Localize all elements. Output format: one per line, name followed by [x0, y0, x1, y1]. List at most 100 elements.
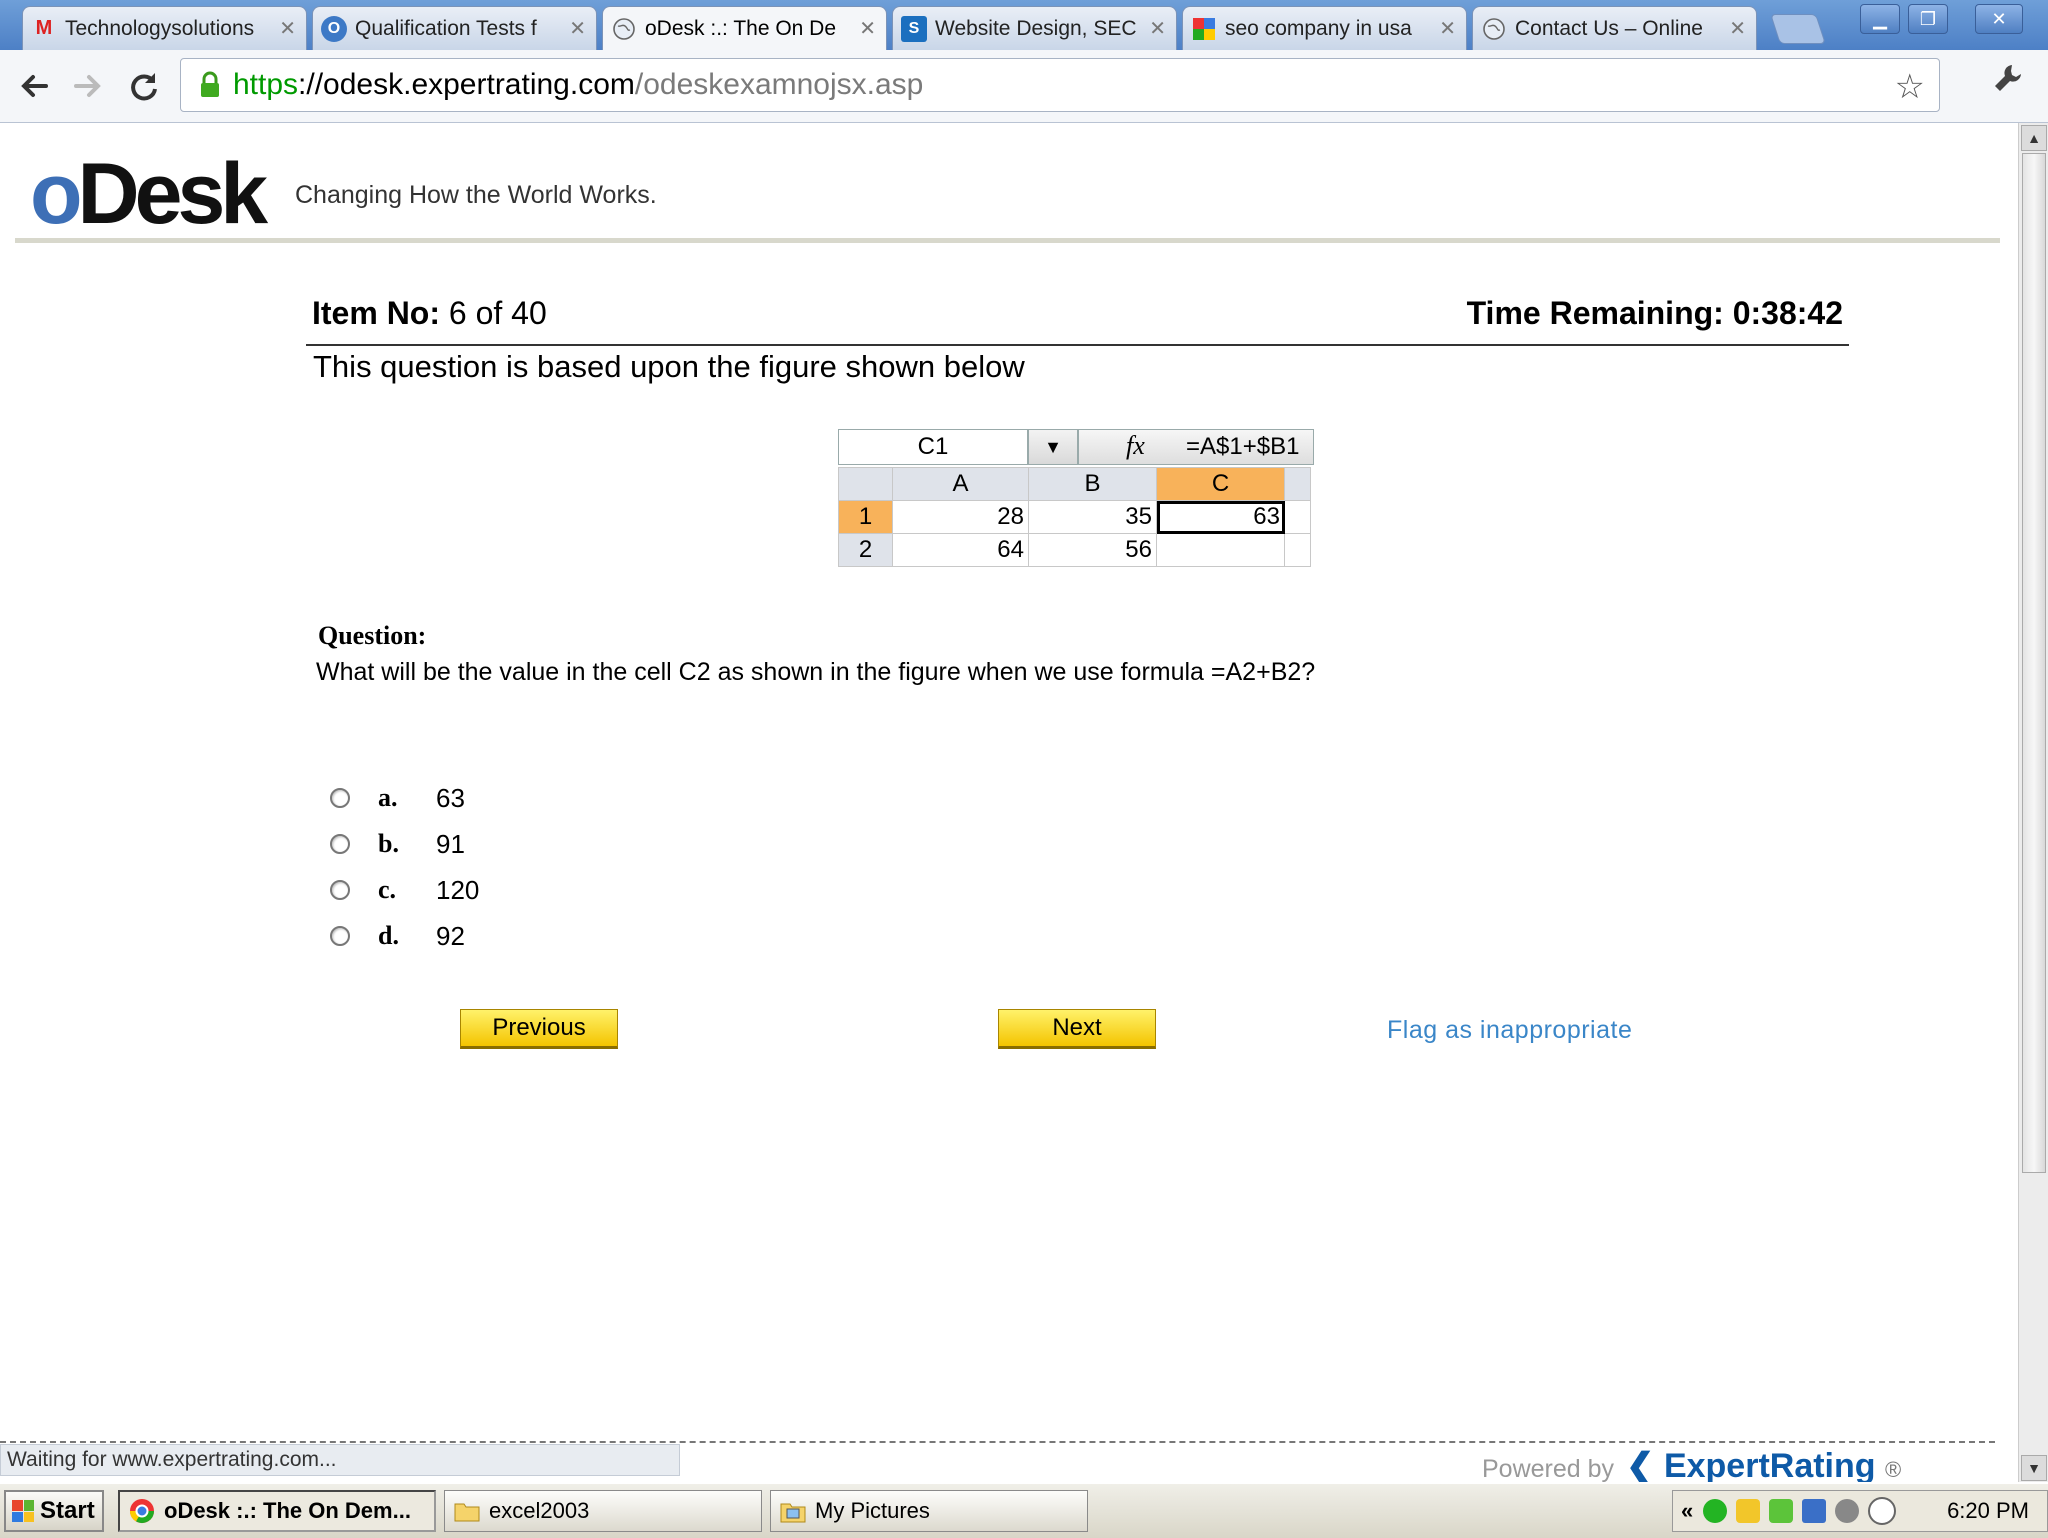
tab-seo-search[interactable]: seo company in usa ✕ — [1182, 6, 1467, 50]
globe-icon — [611, 16, 637, 42]
scrollbar-thumb[interactable] — [2022, 153, 2046, 1173]
odesk-icon: O — [321, 15, 347, 42]
scroll-down-arrow-icon[interactable]: ▼ — [2021, 1455, 2047, 1481]
forward-arrow-icon — [74, 75, 101, 97]
browser-toolbar: https://odesk.expertrating.com/odeskexam… — [0, 50, 2048, 123]
answer-option-b[interactable]: b. 91 — [330, 827, 465, 861]
chat-bubble-icon[interactable] — [1868, 1497, 1897, 1525]
start-label: Start — [40, 1497, 95, 1524]
taskbar-item-chrome[interactable]: oDesk :.: The On Dem... — [118, 1490, 436, 1532]
tab-label: Technologysolutions — [65, 16, 255, 40]
radio-button[interactable] — [330, 880, 350, 900]
option-letter: a. — [378, 783, 398, 812]
tab-label: Website Design, SEC — [935, 16, 1137, 40]
expertrating-swoosh-icon: ❮ — [1626, 1447, 1655, 1485]
answer-option-c[interactable]: c. 120 — [330, 873, 479, 907]
wrench-menu-icon[interactable] — [1992, 62, 2024, 103]
expertrating-logo[interactable]: ❮ ExpertRating ® — [1626, 1446, 1901, 1486]
cell — [1156, 533, 1285, 567]
tab-contact-us[interactable]: Contact Us – Online ✕ — [1472, 6, 1757, 50]
close-icon[interactable]: ✕ — [1729, 16, 1746, 41]
question-label: Question: — [318, 621, 427, 650]
cell: 35 — [1028, 500, 1157, 534]
site-icon: S — [901, 15, 927, 42]
forward-button[interactable] — [66, 64, 110, 108]
globe-icon — [1481, 16, 1507, 42]
address-bar[interactable]: https://odesk.expertrating.com/odeskexam… — [180, 58, 1940, 112]
close-icon[interactable]: ✕ — [859, 16, 876, 41]
back-arrow-icon — [21, 75, 48, 97]
taskbar-item-label: My Pictures — [815, 1498, 930, 1523]
reload-button[interactable] — [122, 64, 166, 108]
taskbar-item-my-pictures[interactable]: My Pictures — [770, 1490, 1088, 1532]
close-icon[interactable]: ✕ — [279, 16, 296, 41]
option-value: 120 — [436, 874, 480, 905]
option-letter: d. — [378, 921, 399, 950]
close-icon[interactable]: ✕ — [569, 16, 586, 41]
system-tray: « 6:20 PM — [1672, 1490, 2048, 1532]
minimize-button[interactable]: ▁ — [1860, 4, 1900, 34]
cell — [1284, 500, 1311, 534]
cell: 56 — [1028, 533, 1157, 567]
time-remaining: Time Remaining: 0:38:42 — [1466, 295, 1843, 331]
security-shield-icon[interactable] — [1736, 1499, 1761, 1523]
item-number: Item No: 6 of 40 — [312, 295, 547, 331]
url-path: /odeskexamnojsx.asp — [634, 68, 924, 101]
close-icon[interactable]: ✕ — [1439, 16, 1456, 41]
answer-option-a[interactable]: a. 63 — [330, 781, 465, 815]
antivirus-icon[interactable] — [1769, 1499, 1794, 1523]
reload-icon — [131, 73, 157, 101]
taskbar-item-label: excel2003 — [489, 1498, 590, 1523]
next-button[interactable]: Next — [998, 1009, 1156, 1049]
taskbar-item-excel2003[interactable]: excel2003 — [444, 1490, 762, 1532]
chevron-down-icon: ▼ — [1028, 429, 1078, 465]
previous-button[interactable]: Previous — [460, 1009, 618, 1049]
tray-expand-button[interactable]: « — [1681, 1498, 1693, 1524]
question-text: What will be the value in the cell C2 as… — [316, 658, 1316, 686]
lock-icon — [195, 70, 225, 100]
spreadsheet-grid: A B C 1 28 35 63 2 64 56 — [838, 467, 1311, 567]
answer-option-d[interactable]: d. 92 — [330, 919, 465, 953]
name-box: C1 — [838, 429, 1028, 465]
tab-website-design[interactable]: S Website Design, SEC ✕ — [892, 6, 1177, 50]
network-disconnected-icon[interactable] — [1802, 1499, 1827, 1523]
option-letter: b. — [378, 829, 399, 858]
radio-button[interactable] — [330, 926, 350, 946]
column-header: A — [892, 467, 1029, 501]
clock: 6:20 PM — [1947, 1498, 2029, 1523]
close-icon[interactable]: ✕ — [1149, 16, 1166, 41]
new-tab-button[interactable] — [1770, 14, 1826, 44]
window-close-button[interactable]: ✕ — [1975, 4, 2023, 34]
volume-icon[interactable] — [1835, 1499, 1860, 1523]
tab-gmail[interactable]: M Technologysolutions ✕ — [22, 6, 307, 50]
option-value: 63 — [436, 782, 465, 813]
odesk-logo[interactable]: oDesk — [30, 151, 268, 237]
tab-label: oDesk :.: The On De — [645, 16, 837, 40]
scroll-up-arrow-icon[interactable]: ▲ — [2021, 125, 2047, 151]
column-header: B — [1028, 467, 1157, 501]
folder-icon — [453, 1497, 481, 1525]
back-button[interactable] — [12, 64, 56, 108]
header-divider — [15, 238, 2000, 243]
bookmark-star-icon[interactable]: ☆ — [1895, 67, 1925, 107]
gmail-icon: M — [35, 17, 53, 39]
tab-strip: M Technologysolutions ✕ O Qualification … — [0, 0, 2048, 50]
active-cell: 63 — [1156, 500, 1285, 534]
taskbar: Start oDesk :.: The On Dem... excel2003 … — [0, 1482, 2048, 1538]
google-icon — [1191, 16, 1217, 42]
start-button[interactable]: Start — [4, 1490, 104, 1532]
radio-button[interactable] — [330, 788, 350, 808]
page-content: oDesk Changing How the World Works. Item… — [0, 123, 2018, 1443]
cell: 64 — [892, 533, 1029, 567]
flag-inappropriate-link[interactable]: Flag as inappropriate — [1387, 1016, 1632, 1045]
network-status-icon[interactable] — [1703, 1499, 1728, 1523]
tab-odesk-active[interactable]: oDesk :.: The On De ✕ — [602, 6, 887, 50]
vertical-scrollbar[interactable]: ▲ ▼ — [2018, 123, 2048, 1483]
url-host: ://odesk.expertrating.com — [298, 68, 635, 101]
tab-qualification-tests[interactable]: O Qualification Tests f ✕ — [312, 6, 597, 50]
radio-button[interactable] — [330, 834, 350, 854]
pictures-icon — [779, 1497, 807, 1525]
question-intro: This question is based upon the figure s… — [313, 349, 1025, 384]
restore-button[interactable]: ❐ — [1908, 4, 1948, 34]
fx-icon: fx — [1126, 431, 1145, 460]
